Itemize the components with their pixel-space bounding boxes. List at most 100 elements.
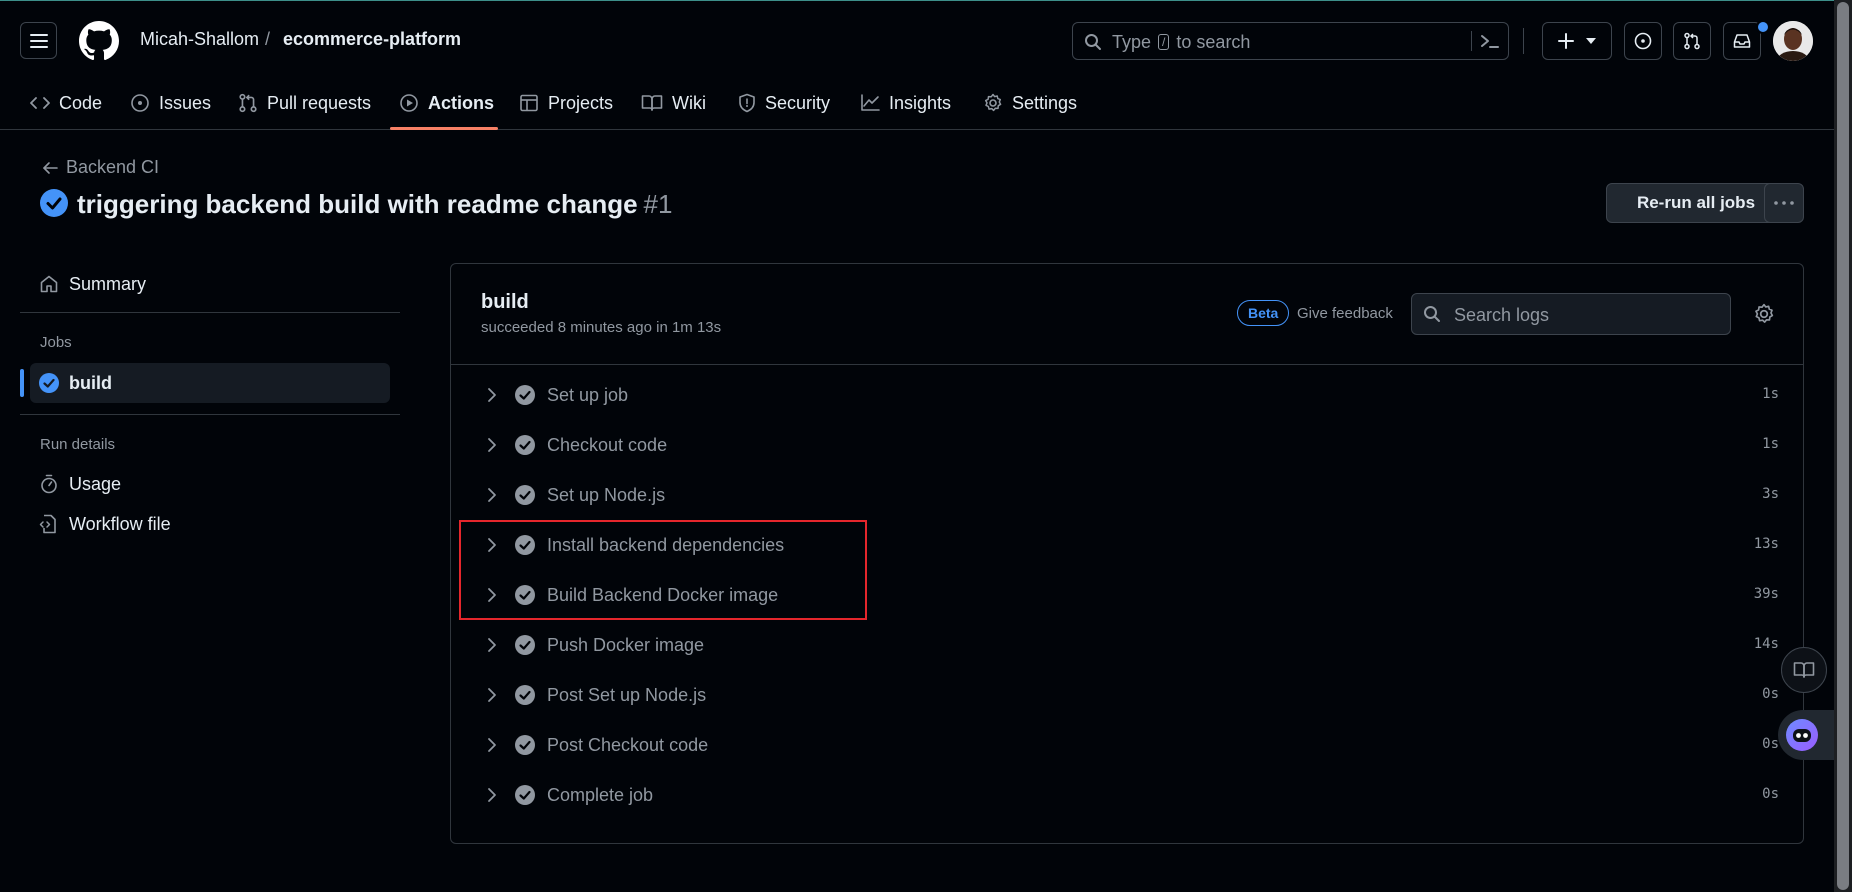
- step-label: Set up job: [547, 384, 629, 405]
- tab-security[interactable]: Security: [738, 85, 830, 121]
- step-duration: 14s: [1753, 636, 1779, 652]
- check-circle-fill-icon: [515, 735, 535, 755]
- tab-issues[interactable]: Issues: [130, 85, 211, 121]
- tab-settings[interactable]: Settings: [983, 85, 1077, 121]
- sidebar-item-workflow-file[interactable]: Workflow file: [39, 508, 171, 540]
- check-circle-fill-icon: [515, 785, 535, 805]
- chevron-right-icon[interactable]: [487, 387, 497, 403]
- chevron-right-icon[interactable]: [487, 737, 497, 753]
- more-options-button[interactable]: [1764, 183, 1804, 223]
- tab-projects-label: Projects: [548, 92, 614, 113]
- create-new-button[interactable]: [1542, 22, 1612, 60]
- back-to-workflow-link[interactable]: Backend CI: [42, 157, 159, 178]
- breadcrumb-repo-link[interactable]: ecommerce-platform: [283, 29, 461, 50]
- global-search-input[interactable]: Type / to search: [1072, 22, 1509, 60]
- github-logo-icon[interactable]: [79, 21, 119, 61]
- run-title-text: triggering backend build with readme cha…: [77, 189, 638, 219]
- copilot-bot-icon: [1786, 719, 1818, 751]
- scrollbar-thumb[interactable]: [1837, 2, 1849, 890]
- sidebar-jobs-heading: Jobs: [40, 334, 72, 351]
- triangle-down-icon: [1586, 38, 1596, 44]
- hamburger-icon: [29, 33, 48, 48]
- log-step-row[interactable]: Push Docker image 14s: [463, 624, 1793, 666]
- sidebar-item-usage[interactable]: Usage: [39, 468, 121, 500]
- sidebar-job-build[interactable]: build: [39, 367, 112, 399]
- tab-settings-label: Settings: [1012, 92, 1078, 113]
- check-circle-fill-icon: [515, 685, 535, 705]
- log-step-row[interactable]: Checkout code 1s: [463, 424, 1793, 466]
- sidebar-divider: [20, 414, 400, 415]
- step-duration: 3s: [1762, 486, 1779, 502]
- rerun-all-jobs-button[interactable]: Re-run all jobs: [1606, 183, 1786, 223]
- check-circle-fill-icon: [515, 485, 535, 505]
- menu-button[interactable]: [20, 22, 57, 59]
- search-divider: [1471, 31, 1472, 51]
- job-status-text: succeeded 8 minutes ago in 1m 13s: [481, 319, 722, 336]
- docs-floating-button[interactable]: [1781, 647, 1827, 693]
- search-logs-field[interactable]: [1411, 293, 1731, 335]
- chevron-right-icon[interactable]: [487, 487, 497, 503]
- stopwatch-icon: [41, 474, 57, 494]
- tab-insights[interactable]: Insights: [860, 85, 951, 121]
- command-palette-icon[interactable]: [1479, 31, 1501, 51]
- check-circle-fill-icon: [515, 635, 535, 655]
- tab-pull-requests[interactable]: Pull requests: [238, 85, 371, 121]
- check-circle-fill-icon: [515, 435, 535, 455]
- back-link-label: Backend CI: [66, 157, 160, 177]
- log-step-row[interactable]: Post Checkout code 0s: [463, 724, 1793, 766]
- sidebar-item-workflow-file-label: Workflow file: [69, 513, 171, 534]
- log-step-row[interactable]: Set up job 1s: [463, 374, 1793, 416]
- search-icon: [1424, 306, 1440, 322]
- tab-actions[interactable]: Actions: [399, 85, 494, 121]
- play-icon: [400, 94, 418, 112]
- chevron-right-icon[interactable]: [487, 687, 497, 703]
- breadcrumb-owner-link[interactable]: Micah-Shallom: [140, 29, 259, 50]
- kebab-horizontal-icon: [1774, 201, 1794, 205]
- success-check-circle-icon: [40, 189, 68, 217]
- give-feedback-link[interactable]: Give feedback: [1297, 305, 1393, 322]
- page-scrollbar[interactable]: [1834, 0, 1852, 892]
- sidebar-item-summary-label: Summary: [69, 273, 147, 294]
- log-step-row[interactable]: Complete job 0s: [463, 774, 1793, 816]
- search-placeholder: Type / to search: [1112, 32, 1251, 52]
- log-step-row[interactable]: Set up Node.js 3s: [463, 474, 1793, 516]
- sidebar-job-build-label: build: [69, 372, 112, 393]
- sidebar-item-summary[interactable]: Summary: [39, 268, 146, 300]
- tab-insights-label: Insights: [889, 92, 952, 113]
- tab-wiki-label: Wiki: [672, 92, 706, 113]
- issue-opened-icon: [131, 94, 149, 112]
- chevron-right-icon[interactable]: [487, 787, 497, 803]
- your-issues-button[interactable]: [1624, 22, 1662, 60]
- tab-projects[interactable]: Projects: [519, 85, 613, 121]
- tab-wiki[interactable]: Wiki: [641, 85, 706, 121]
- your-pull-requests-button[interactable]: [1673, 22, 1711, 60]
- plus-icon: [1558, 33, 1574, 49]
- log-settings-gear-icon[interactable]: [1753, 303, 1775, 325]
- step-duration: 39s: [1753, 586, 1779, 602]
- chevron-right-icon[interactable]: [487, 637, 497, 653]
- step-label: Post Checkout code: [547, 734, 709, 755]
- global-header: Micah-Shallom / ecommerce-platform Type …: [0, 1, 1834, 130]
- step-label: Post Set up Node.js: [547, 684, 707, 705]
- chevron-right-icon[interactable]: [487, 437, 497, 453]
- user-avatar[interactable]: [1773, 21, 1813, 61]
- assistant-floating-button[interactable]: [1778, 710, 1834, 760]
- sidebar-run-details-heading: Run details: [40, 436, 116, 453]
- log-step-row[interactable]: Post Set up Node.js 0s: [463, 674, 1793, 716]
- pull-request-icon: [1684, 32, 1700, 50]
- search-logs-input[interactable]: [1452, 302, 1726, 328]
- tab-code-label: Code: [59, 92, 103, 113]
- header-divider: [1523, 28, 1524, 54]
- gear-icon: [984, 93, 1002, 112]
- code-icon: [30, 97, 50, 109]
- step-duration: 0s: [1762, 786, 1779, 802]
- table-icon: [520, 94, 538, 112]
- step-duration: 1s: [1762, 386, 1779, 402]
- sidebar-item-usage-label: Usage: [69, 473, 122, 494]
- search-shortcut-key: /: [1158, 34, 1170, 50]
- step-label: Push Docker image: [547, 634, 705, 655]
- shield-icon: [739, 93, 755, 113]
- run-number: #1: [643, 189, 673, 219]
- tab-code[interactable]: Code: [30, 85, 102, 121]
- home-icon: [40, 275, 58, 293]
